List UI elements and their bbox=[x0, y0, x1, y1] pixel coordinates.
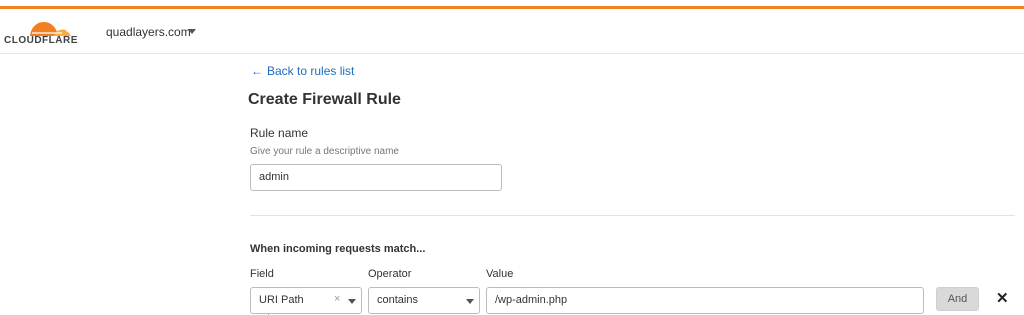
close-icon[interactable]: ✕ bbox=[996, 289, 1009, 307]
and-button[interactable]: And bbox=[936, 287, 979, 311]
rule-name-label: Rule name bbox=[250, 126, 309, 140]
page-title: Create Firewall Rule bbox=[248, 91, 401, 108]
chevron-down-icon[interactable] bbox=[348, 299, 356, 304]
clear-icon[interactable]: × bbox=[334, 293, 340, 305]
operator-select[interactable]: contains bbox=[368, 287, 480, 314]
rule-name-input[interactable]: admin bbox=[250, 164, 502, 191]
section-divider bbox=[250, 215, 1015, 216]
chevron-down-icon[interactable] bbox=[188, 29, 196, 34]
arrow-left-icon: ← bbox=[251, 64, 263, 78]
logo-wordmark: CLOUDFLARE bbox=[4, 35, 78, 46]
chevron-down-icon[interactable] bbox=[466, 299, 474, 304]
field-label: Field bbox=[250, 268, 274, 280]
app-header: CLOUDFLARE quadlayers.com bbox=[0, 9, 1024, 54]
value-label: Value bbox=[486, 268, 514, 280]
value-input[interactable]: /wp-admin.php bbox=[486, 287, 924, 314]
back-to-rules-link[interactable]: ← Back to rules list bbox=[251, 64, 354, 78]
field-select[interactable]: URI Path × bbox=[250, 287, 362, 314]
field-select-value: URI Path bbox=[259, 294, 304, 306]
operator-select-value: contains bbox=[377, 294, 418, 306]
expression-title: When incoming requests match... bbox=[250, 243, 426, 255]
account-selector[interactable]: quadlayers.com bbox=[106, 25, 191, 39]
rule-name-help: Give your rule a descriptive name bbox=[250, 146, 399, 157]
operator-label: Operator bbox=[368, 268, 412, 280]
back-link-label: Back to rules list bbox=[267, 64, 355, 78]
